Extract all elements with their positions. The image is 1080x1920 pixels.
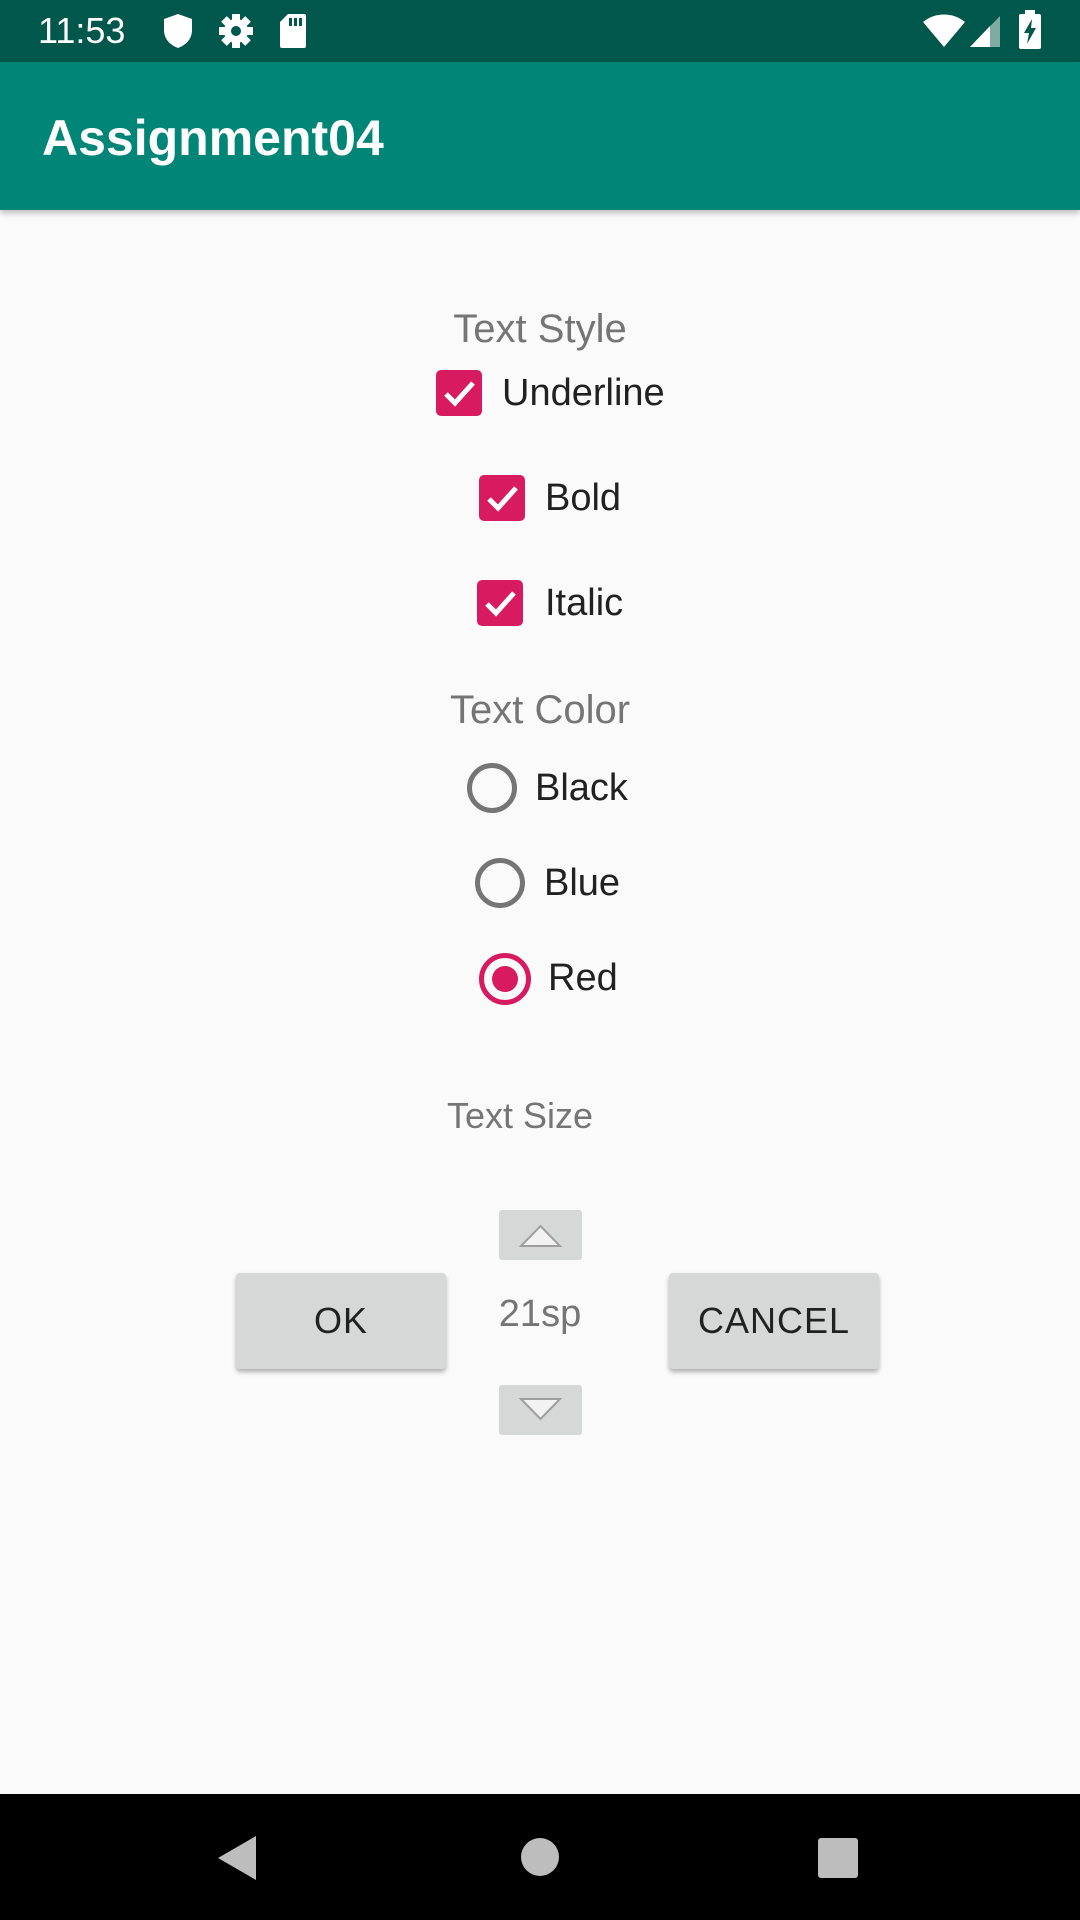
underline-checkbox[interactable]: Underline: [436, 364, 676, 424]
black-radio[interactable]: Black: [467, 759, 647, 819]
text-size-title: Text Size: [446, 1095, 594, 1136]
bold-label: Bold: [545, 477, 622, 519]
checkbox-checked-icon: [479, 475, 525, 521]
status-time: 11:53: [38, 10, 126, 51]
back-icon[interactable]: [214, 1834, 260, 1887]
signal-icon: [968, 14, 1002, 53]
underline-label: Underline: [502, 372, 665, 414]
text-color-title: Text Color: [449, 688, 631, 732]
text-style-title: Text Style: [453, 307, 627, 351]
radio-unchecked-icon: [475, 858, 525, 908]
radio-dot: [492, 966, 518, 992]
decrement-button[interactable]: [499, 1385, 582, 1435]
cancel-button[interactable]: CANCEL: [669, 1273, 879, 1369]
chevron-down-icon: [518, 1398, 563, 1421]
ok-button[interactable]: OK: [236, 1273, 446, 1369]
red-radio[interactable]: Red: [479, 949, 639, 1009]
status-bar: 11:53: [0, 0, 1080, 62]
app-bar: Assignment04: [0, 62, 1080, 210]
blue-label: Blue: [544, 862, 621, 904]
checkbox-checked-icon: [436, 370, 482, 416]
italic-label: Italic: [545, 582, 624, 624]
blue-radio[interactable]: Blue: [475, 854, 645, 914]
italic-checkbox[interactable]: Italic: [477, 574, 637, 634]
shield-icon: [162, 12, 194, 55]
wifi-icon: [922, 14, 966, 53]
bold-checkbox[interactable]: Bold: [479, 469, 639, 529]
checkbox-checked-icon: [477, 580, 523, 626]
radio-checked-icon: [479, 953, 531, 1005]
home-icon[interactable]: [520, 1837, 560, 1882]
radio-unchecked-icon: [467, 763, 517, 813]
battery-charging-icon: [1018, 10, 1042, 55]
sd-card-icon: [278, 12, 308, 55]
app-title: Assignment04: [42, 110, 384, 166]
navigation-bar: [0, 1794, 1080, 1920]
increment-button[interactable]: [499, 1210, 582, 1260]
gear-icon: [218, 12, 254, 55]
black-label: Black: [535, 767, 628, 809]
recents-icon[interactable]: [818, 1838, 858, 1883]
text-size-value: 21sp: [498, 1293, 582, 1335]
chevron-up-icon: [518, 1224, 563, 1247]
red-label: Red: [548, 957, 618, 999]
